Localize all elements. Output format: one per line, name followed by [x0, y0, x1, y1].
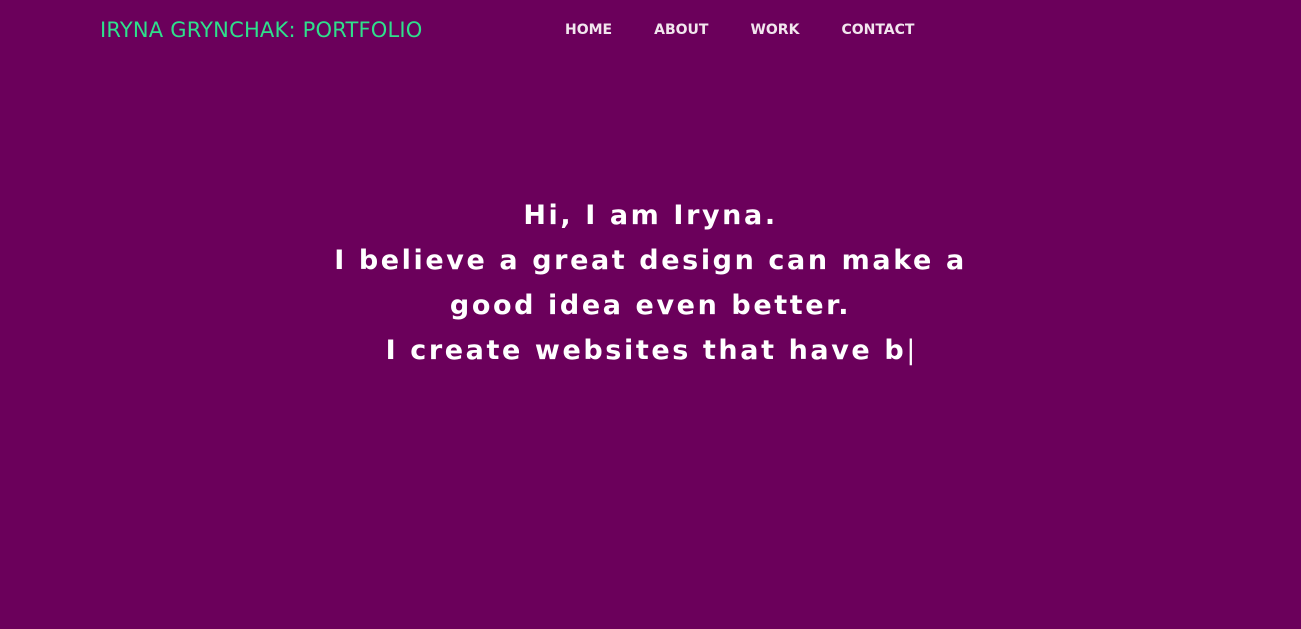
nav-item-contact[interactable]: CONTACT: [820, 21, 935, 39]
site-header: IRYNA GRYNCHAK: PORTFOLIO HOME ABOUT WOR…: [0, 0, 1301, 60]
nav-item-about[interactable]: ABOUT: [633, 21, 729, 39]
nav-item-work[interactable]: WORK: [729, 21, 820, 39]
hero-line-greeting: Hi, I am Iryna.: [523, 200, 778, 231]
hero-line-belief: I believe a great design can make a: [334, 245, 967, 276]
typing-cursor: |: [906, 335, 916, 366]
hero-intro: Hi, I am Iryna. I believe a great design…: [0, 193, 1301, 373]
hero-line-idea: good idea even better.: [449, 290, 852, 321]
nav-item-home[interactable]: HOME: [544, 21, 633, 39]
site-title-link[interactable]: IRYNA GRYNCHAK: PORTFOLIO: [100, 16, 423, 44]
hero-line-typing: I create websites that have b|: [0, 328, 1301, 373]
typing-text: I create websites that have b: [385, 335, 907, 366]
main-nav: HOME ABOUT WORK CONTACT: [544, 21, 935, 39]
